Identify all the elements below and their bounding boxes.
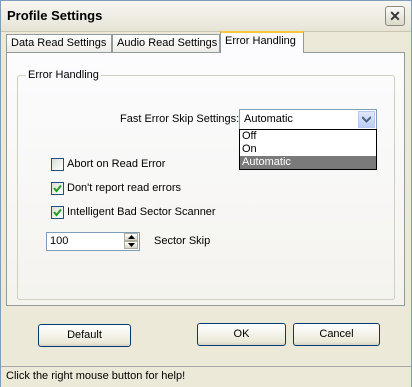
abort-on-read-error-checkbox[interactable] bbox=[51, 158, 64, 171]
tab-label: Data Read Settings bbox=[11, 37, 107, 49]
status-bar: Click the right mouse button for help! bbox=[1, 366, 411, 387]
intelligent-bad-sector-scanner-label: Intelligent Bad Sector Scanner bbox=[67, 206, 216, 218]
sector-skip-spinner[interactable]: 100 bbox=[46, 232, 140, 251]
spin-up-button[interactable] bbox=[124, 233, 138, 241]
chevron-down-icon bbox=[362, 116, 371, 123]
option-automatic[interactable]: Automatic bbox=[240, 156, 376, 169]
close-icon: ✕ bbox=[389, 8, 401, 24]
tab-audio-read-settings[interactable]: Audio Read Settings bbox=[112, 34, 220, 52]
fast-error-skip-select[interactable]: Automatic bbox=[239, 109, 377, 130]
intelligent-bad-sector-scanner-checkbox[interactable] bbox=[51, 206, 64, 219]
fast-error-skip-options: Off On Automatic bbox=[239, 129, 377, 170]
close-button[interactable]: ✕ bbox=[385, 6, 405, 26]
tab-data-read-settings[interactable]: Data Read Settings bbox=[6, 34, 112, 52]
default-button[interactable]: Default bbox=[38, 324, 131, 347]
sector-skip-value: 100 bbox=[50, 235, 69, 247]
group-label: Error Handling bbox=[26, 69, 101, 81]
option-off[interactable]: Off bbox=[240, 130, 376, 143]
tab-label: Error Handling bbox=[225, 35, 296, 47]
abort-on-read-error-label: Abort on Read Error bbox=[67, 158, 166, 170]
status-text: Click the right mouse button for help! bbox=[6, 370, 186, 382]
arrow-up-icon bbox=[128, 235, 135, 239]
dont-report-read-errors-checkbox[interactable] bbox=[51, 182, 64, 195]
checkmark-icon bbox=[53, 184, 62, 193]
window-title: Profile Settings bbox=[7, 8, 103, 23]
arrow-down-icon bbox=[128, 243, 135, 247]
title-bar: Profile Settings ✕ bbox=[1, 1, 411, 32]
checkmark-icon bbox=[53, 208, 62, 217]
profile-settings-dialog: Profile Settings ✕ Data Read Settings Au… bbox=[0, 0, 412, 387]
fast-error-skip-label: Fast Error Skip Settings: bbox=[120, 113, 240, 125]
error-handling-panel: Error Handling bbox=[6, 52, 405, 306]
selected-value: Automatic bbox=[244, 113, 293, 125]
cancel-button[interactable]: Cancel bbox=[293, 323, 380, 346]
sector-skip-label: Sector Skip bbox=[154, 235, 211, 247]
tab-label: Audio Read Settings bbox=[117, 37, 218, 49]
dropdown-button[interactable] bbox=[358, 111, 375, 128]
tab-error-handling[interactable]: Error Handling bbox=[220, 31, 304, 53]
dont-report-read-errors-label: Don't report read errors bbox=[67, 182, 181, 194]
ok-button[interactable]: OK bbox=[197, 323, 286, 346]
spin-down-button[interactable] bbox=[124, 241, 138, 249]
option-on[interactable]: On bbox=[240, 143, 376, 156]
